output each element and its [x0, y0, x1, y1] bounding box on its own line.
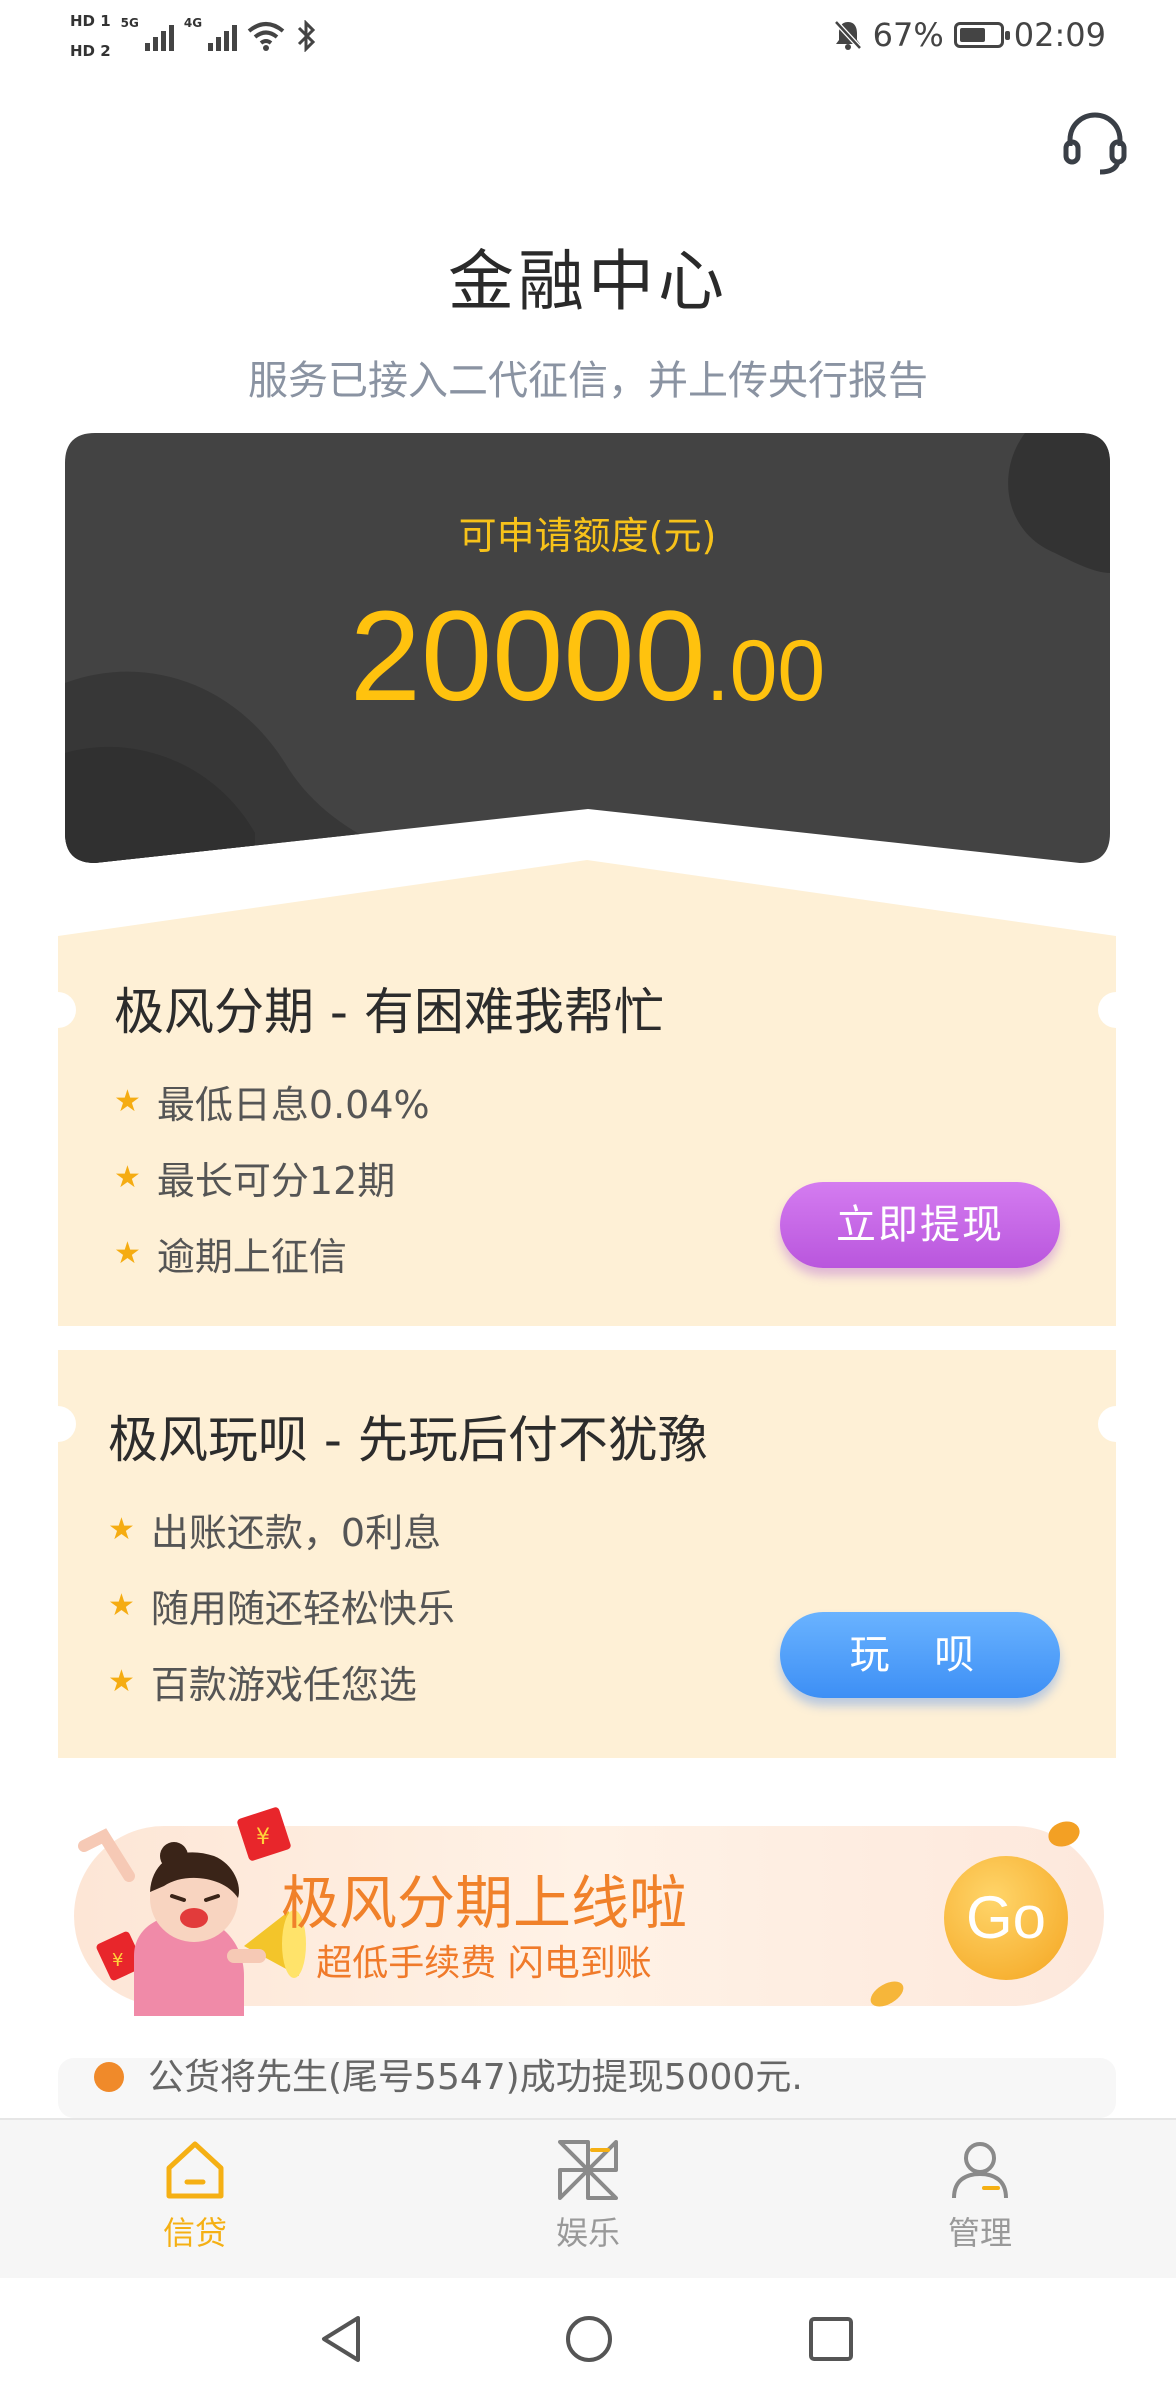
product-panel-play: 极风玩呗 - 先玩后付不犹豫 ★ 出账还款，0利息 ★ 随用随还轻松快乐 ★ 百…	[40, 1350, 1134, 1758]
star-icon: ★	[114, 1084, 141, 1119]
feature-text: 出账还款，0利息	[150, 1511, 442, 1555]
panel-notch	[40, 992, 76, 1028]
banner-title: 极风分期上线啦	[280, 1869, 687, 1937]
tab-label: 信贷	[162, 2214, 227, 2252]
panel-notch	[1098, 992, 1134, 1028]
feature-text: 最长可分12期	[156, 1159, 396, 1203]
star-icon: ★	[108, 1588, 135, 1623]
tab-entertainment[interactable]: 娱乐	[488, 2138, 688, 2254]
product-title: 极风分期 - 有困难我帮忙	[114, 983, 664, 1041]
home-circle-icon[interactable]	[564, 2314, 614, 2364]
panel-notch	[40, 1406, 76, 1442]
status-bar: HD 1 HD 2 5G 4G 67% 02:09	[0, 0, 1176, 72]
mute-bell-icon	[833, 20, 862, 50]
feature-text: 百款游戏任您选	[150, 1663, 417, 1707]
panel-peak	[58, 860, 1116, 936]
sim1-label: HD 1	[70, 12, 111, 30]
feature-text: 随用随还轻松快乐	[150, 1587, 455, 1631]
sim-indicators: HD 1 HD 2	[70, 6, 111, 66]
wifi-icon	[247, 22, 285, 51]
clock: 02:09	[1013, 16, 1106, 54]
feature-text: 最低日息0.04%	[156, 1083, 430, 1127]
coin-icon	[870, 1981, 904, 2007]
tab-label: 娱乐	[555, 2214, 620, 2252]
home-icon	[166, 2141, 224, 2199]
tab-manage[interactable]: 管理	[880, 2138, 1080, 2254]
withdraw-now-button[interactable]: 立即提现	[780, 1182, 1060, 1268]
svg-text:¥: ¥	[256, 1825, 270, 1850]
product-title: 极风玩呗 - 先玩后付不犹豫	[108, 1411, 708, 1469]
feature-item: ★ 最低日息0.04%	[114, 1074, 430, 1129]
feature-item: ★ 逾期上征信	[114, 1226, 347, 1281]
star-icon: ★	[114, 1160, 141, 1195]
banner-subtitle: 超低手续费 闪电到账	[316, 1943, 652, 1984]
star-icon: ★	[108, 1664, 135, 1699]
panel-notch	[1098, 1406, 1134, 1442]
pinwheel-icon	[558, 2140, 618, 2200]
credit-limit-amount: 20000.00	[65, 583, 1110, 730]
page-subtitle: 服务已接入二代征信，并上传央行报告	[248, 358, 928, 404]
go-button[interactable]: Go	[944, 1856, 1068, 1980]
feature-item: ★ 最长可分12期	[114, 1150, 395, 1205]
status-left: HD 1 HD 2 5G 4G	[70, 6, 317, 66]
back-icon[interactable]	[318, 2314, 364, 2364]
status-right: 67% 02:09	[833, 16, 1106, 54]
signal-icon	[144, 21, 174, 51]
bottom-tab-bar: 信贷 娱乐 管理	[0, 2118, 1176, 2280]
tab-label: 管理	[947, 2214, 1012, 2252]
customer-service-icon[interactable]	[1060, 108, 1130, 178]
feature-item: ★ 出账还款，0利息	[108, 1502, 441, 1557]
notice-icon	[94, 2062, 124, 2092]
coin-icon	[1048, 1821, 1080, 1847]
tab-credit[interactable]: 信贷	[95, 2138, 295, 2254]
credit-amount-integer: 20000	[349, 585, 706, 728]
feature-item: ★ 随用随还轻松快乐	[108, 1578, 455, 1633]
withdrawal-notice: 公货将先生(尾号5547)成功提现5000元.	[58, 2058, 1116, 2118]
page-title: 金融中心	[448, 243, 728, 320]
star-icon: ★	[108, 1512, 135, 1547]
sim2-label: HD 2	[70, 42, 111, 60]
system-navigation-bar	[0, 2278, 1176, 2400]
network2-label: 4G	[183, 16, 203, 30]
recent-apps-icon[interactable]	[808, 2316, 854, 2362]
notice-text: 公货将先生(尾号5547)成功提现5000元.	[148, 2058, 803, 2098]
battery-icon	[953, 22, 1010, 48]
promo-banner[interactable]: ¥ ¥ 极风分期上线啦 超低手续费 闪电到账 Go	[74, 1807, 1104, 2016]
credit-limit-label: 可申请额度(元)	[458, 514, 717, 558]
credit-amount-decimal: .00	[705, 623, 826, 719]
user-icon	[952, 2142, 1008, 2199]
feature-text: 逾期上征信	[156, 1235, 347, 1279]
product-panel-installment: 极风分期 - 有困难我帮忙 ★ 最低日息0.04% ★ 最长可分12期 ★ 逾期…	[40, 936, 1134, 1326]
play-button[interactable]: 玩 呗	[780, 1612, 1060, 1698]
battery-percent: 67%	[872, 16, 944, 54]
network1-label: 5G	[120, 16, 139, 30]
star-icon: ★	[114, 1236, 141, 1271]
signal-icon-2	[208, 21, 238, 51]
feature-item: ★ 百款游戏任您选	[108, 1654, 417, 1709]
credit-limit-card: 可申请额度(元) 20000.00	[65, 433, 1110, 863]
bluetooth-icon	[298, 20, 316, 52]
battery-fill	[959, 28, 985, 42]
